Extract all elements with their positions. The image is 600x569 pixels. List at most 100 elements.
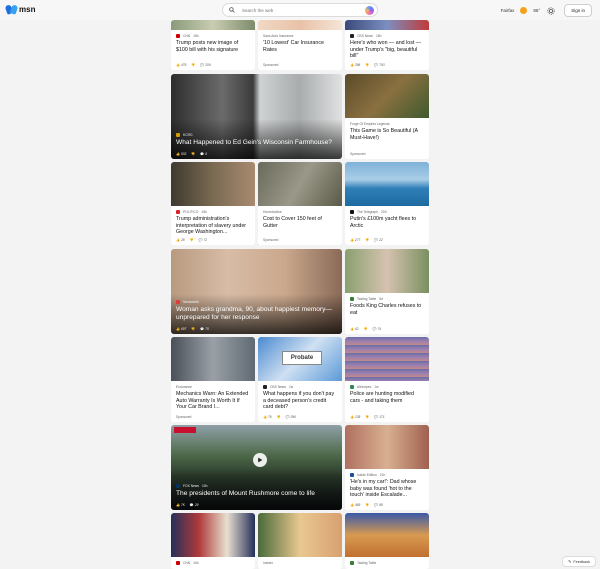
featured-news-card[interactable]: KCRG What Happened to Ed Gein's Wisconsi…: [171, 74, 342, 159]
comment-icon[interactable]: 💬 29: [190, 503, 199, 507]
top-bar: msn Fairfax 85° Sign in: [0, 0, 600, 20]
msn-logo[interactable]: msn: [4, 4, 35, 15]
search-input[interactable]: [242, 7, 362, 13]
card-image: [171, 20, 255, 30]
dislike-icon[interactable]: 👎: [365, 503, 369, 507]
comment-icon[interactable]: 💬 6: [200, 152, 207, 156]
sponsored-card[interactable]: Sava Auto Insurance '10 Lowest' Car Insu…: [258, 20, 342, 70]
location-label[interactable]: Fairfax: [501, 8, 515, 13]
news-card[interactable]: The Telegraph 20h Putin's £100m yacht fle…: [345, 162, 429, 245]
search-box[interactable]: [222, 3, 378, 17]
news-card[interactable]: POLITICO 15h Trump administration's inter…: [171, 162, 255, 245]
news-card[interactable]: CNN 16h: [171, 513, 255, 569]
dislike-icon[interactable]: 👎: [191, 152, 195, 156]
feedback-button[interactable]: ✎ Feedback: [562, 556, 596, 567]
comment-count: 6: [205, 152, 208, 156]
news-card[interactable]: Insider: [258, 513, 342, 569]
card-title[interactable]: What happens if you don't pay a deceased…: [263, 391, 337, 411]
dislike-icon[interactable]: 👎: [191, 327, 195, 331]
gear-icon[interactable]: [546, 6, 555, 15]
like-icon[interactable]: 👍 697: [176, 327, 186, 331]
news-card[interactable]: Allrecipes 1w Police are hunting modified…: [345, 337, 429, 422]
sun-icon[interactable]: [520, 7, 528, 14]
card-title[interactable]: The presidents of Mount Rushmore come to…: [176, 490, 337, 498]
featured-video-card[interactable]: FOX News 10h The presidents of Mount Rush…: [171, 425, 342, 510]
sponsored-card[interactable]: Endurance Mechanics Warn: An Extended Au…: [171, 337, 255, 422]
dislike-icon[interactable]: 👎: [365, 63, 369, 67]
card-image: [258, 20, 342, 30]
comment-count: 209: [205, 63, 211, 67]
comment-icon[interactable]: 💬 209: [200, 63, 210, 67]
like-icon[interactable]: 👍 479: [176, 63, 186, 67]
card-image: [345, 74, 429, 118]
dislike-icon[interactable]: 👎: [365, 415, 369, 419]
comment-count: 793: [379, 63, 385, 67]
dislike-icon[interactable]: 👎: [191, 63, 195, 67]
card-title[interactable]: What Happened to Ed Gein's Wisconsin Far…: [176, 139, 337, 147]
news-card[interactable]: Inside Edition 21h 'He's in my car!': Dad…: [345, 425, 429, 510]
source-logo-icon: [350, 296, 354, 301]
like-icon[interactable]: 👍 7K: [176, 503, 185, 507]
comment-icon[interactable]: 💬 75: [200, 327, 209, 331]
source-logo-icon: [263, 384, 267, 389]
comment-icon[interactable]: 💬 22: [374, 238, 383, 242]
dislike-icon[interactable]: 👎: [365, 238, 369, 242]
dislike-icon[interactable]: 👎: [364, 327, 368, 331]
like-icon[interactable]: 👍 277: [350, 238, 360, 242]
sign-in-button[interactable]: Sign in: [564, 4, 592, 17]
card-image: [345, 249, 429, 293]
temperature-label[interactable]: 85°: [533, 8, 540, 13]
card-title[interactable]: Trump posts new image of $100 bill with …: [176, 40, 250, 53]
source-logo-icon: [176, 483, 180, 488]
card-title[interactable]: Mechanics Warn: An Extended Auto Warrant…: [176, 391, 250, 411]
like-icon[interactable]: 👍 28: [176, 238, 185, 242]
like-count: 28: [180, 238, 185, 242]
card-source: HomeAdvise: [263, 209, 282, 214]
card-image: [345, 513, 429, 557]
comment-icon[interactable]: 💬 793: [374, 63, 384, 67]
card-title[interactable]: Police are hunting modified cars - and t…: [350, 391, 424, 404]
card-title[interactable]: Cost to Cover 150 feet of Gutter: [263, 216, 337, 229]
featured-news-card[interactable]: Newsweek Woman asks grandma, 90, about h…: [171, 249, 342, 334]
like-icon[interactable]: 👍 469: [350, 503, 360, 507]
card-source: Newsweek: [183, 299, 199, 304]
news-card[interactable]: Tasting Table: [345, 513, 429, 569]
card-title[interactable]: 'He's in my car!': Dad whose baby was fo…: [350, 479, 424, 499]
dislike-icon[interactable]: 👎: [190, 238, 194, 242]
news-card[interactable]: Tasting Table 5d Foods King Charles refus…: [345, 249, 429, 334]
card-title[interactable]: Foods King Charles refuses to eat: [350, 303, 424, 316]
news-card[interactable]: CNN 18h Trump posts new image of $100 bil…: [171, 20, 255, 70]
card-title[interactable]: Here's who won — and lost — under Trump'…: [350, 40, 424, 60]
like-count: 933: [180, 152, 187, 156]
like-icon[interactable]: 👍 62: [350, 327, 359, 331]
card-title[interactable]: Woman asks grandma, 90, about happiest m…: [176, 306, 337, 322]
card-title[interactable]: Putin's £100m yacht flees to Arctic: [350, 216, 424, 229]
card-title[interactable]: '10 Lowest' Car Insurance Rates: [263, 40, 337, 53]
card-image: Probate: [258, 337, 342, 381]
comment-icon[interactable]: 💬 74: [373, 327, 382, 331]
source-logo-icon: [350, 472, 354, 477]
like-icon[interactable]: 👍 138: [350, 415, 360, 419]
comment-icon[interactable]: 💬 396: [286, 415, 296, 419]
probate-sign: Probate: [282, 351, 322, 365]
card-age: 1w: [288, 384, 294, 389]
copilot-icon[interactable]: [365, 6, 374, 15]
dislike-icon[interactable]: 👎: [277, 415, 281, 419]
card-age: 1w: [374, 384, 379, 389]
card-title[interactable]: Trump administration's interpretation of…: [176, 216, 250, 236]
like-icon[interactable]: 👍 76: [263, 415, 272, 419]
card-title[interactable]: This Game is So Beautiful (A Must-Have!): [350, 128, 424, 141]
comment-icon[interactable]: 💬 171: [374, 415, 384, 419]
sponsored-card[interactable]: HomeAdvise Cost to Cover 150 feet of Gut…: [258, 162, 342, 245]
like-count: 697: [180, 327, 187, 331]
sponsored-label: Sponsored: [263, 238, 279, 242]
like-icon[interactable]: 👍 933: [176, 152, 186, 156]
comment-icon[interactable]: 💬 72: [199, 238, 208, 242]
comment-icon[interactable]: 💬 88: [374, 503, 383, 507]
source-logo-icon: [350, 560, 354, 565]
news-card[interactable]: CBS News 18h Here's who won — and lost — …: [345, 20, 429, 70]
play-icon[interactable]: [253, 453, 267, 467]
sponsored-card[interactable]: Forge Of Empires Legends This Game is So…: [345, 74, 429, 159]
news-card[interactable]: Probate CBS News 1w What happens if you d…: [258, 337, 342, 422]
like-icon[interactable]: 👍 396: [350, 63, 360, 67]
